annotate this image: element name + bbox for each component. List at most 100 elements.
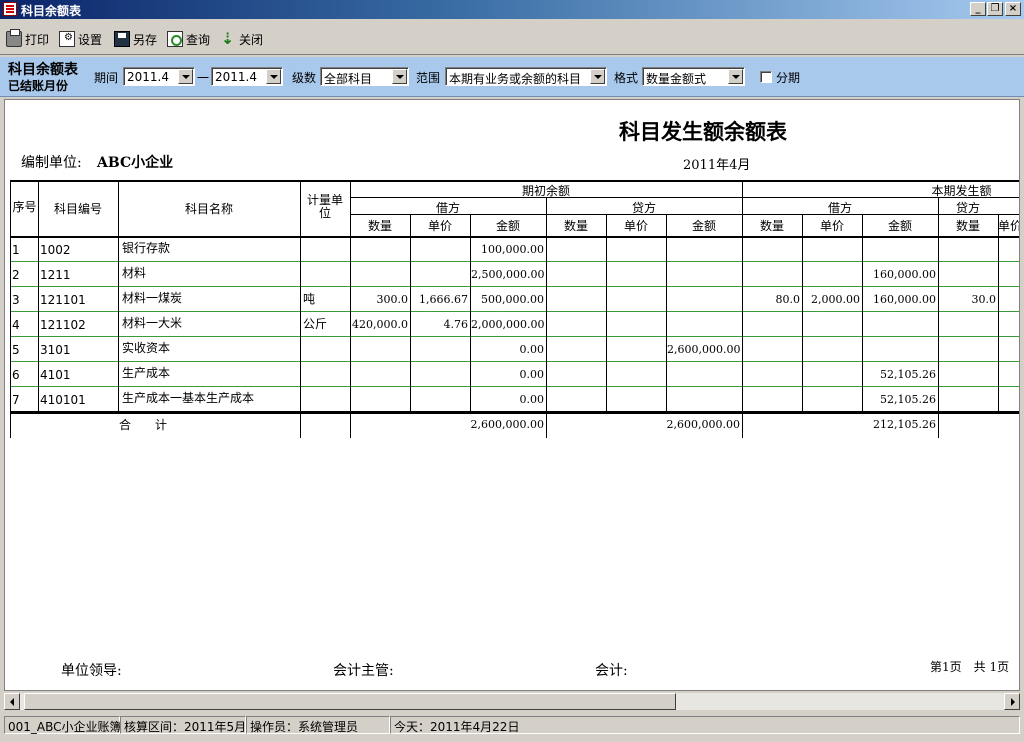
header-seq: 序号 <box>12 200 37 214</box>
row-seq: 5 <box>12 343 20 357</box>
row-name: 实收资本 <box>122 341 171 355</box>
split-period-checkbox[interactable] <box>760 71 772 83</box>
app-window: 科目余额表 _ ❐ × 打印 设置 另存 查询 关闭 科目余额表 已结账月份 期… <box>0 0 1024 742</box>
close-door-icon <box>220 29 236 48</box>
period-to-value: 2011.4 <box>215 70 257 84</box>
query-button[interactable]: 查询 <box>167 29 210 49</box>
restore-icon[interactable]: ❐ <box>987 2 1003 16</box>
save-as-button[interactable]: 另存 <box>114 29 157 49</box>
header-current: 本期发生额 <box>931 184 992 198</box>
row-name: 材料 <box>122 266 147 280</box>
row-name: 银行存款 <box>122 241 171 255</box>
chevron-down-icon[interactable] <box>266 69 281 84</box>
row-c-da: 52,105.26 <box>880 393 936 406</box>
row-c-dp: 2,000.00 <box>811 293 860 306</box>
grid-line <box>862 214 863 411</box>
print-button[interactable]: 打印 <box>6 29 49 49</box>
grid-line <box>802 214 803 411</box>
header-current-credit: 贷方 <box>955 201 980 215</box>
scrollbar-thumb[interactable] <box>24 693 676 710</box>
status-today: 今天：2011年4月22日 <box>390 716 1020 734</box>
format-select[interactable]: 数量金额式 <box>642 67 745 86</box>
row-o-da: 100,000.00 <box>481 243 544 256</box>
save-as-label: 另存 <box>133 32 158 47</box>
grid-line <box>10 386 1019 387</box>
row-o-dq: 300.0 <box>376 293 409 306</box>
scroll-left-icon[interactable] <box>4 693 20 710</box>
split-label: 分期 <box>776 71 801 85</box>
close-button[interactable]: 关闭 <box>220 29 263 49</box>
settings-button[interactable]: 设置 <box>59 29 102 49</box>
close-icon[interactable]: × <box>1005 2 1021 16</box>
chevron-down-icon[interactable] <box>392 69 407 84</box>
period-to-select[interactable]: 2011.4 <box>211 67 283 86</box>
scope-label: 范围 <box>416 71 441 85</box>
horizontal-scrollbar[interactable] <box>4 693 1020 710</box>
row-code: 3101 <box>40 343 71 357</box>
header-opening-debit: 借方 <box>435 201 460 215</box>
grid-line <box>10 411 1019 414</box>
accountant-signature-label: 会计: <box>595 663 628 679</box>
header-opening: 期初余额 <box>521 184 570 198</box>
header-price: 单价 <box>427 219 452 233</box>
row-seq: 6 <box>12 368 20 382</box>
grid-line <box>666 214 667 411</box>
row-c-cq: 30.0 <box>971 293 997 306</box>
query-label: 查询 <box>186 32 211 47</box>
grid-line <box>300 180 301 438</box>
row-seq: 2 <box>12 268 20 282</box>
chevron-down-icon[interactable] <box>178 69 193 84</box>
scroll-right-icon[interactable] <box>1004 693 1020 710</box>
report-preview: 科目发生额余额表 编制单位: ABC小企业 2011年4月 序号 科目编号 科目名称… <box>4 99 1020 691</box>
row-name: 材料一煤炭 <box>122 291 183 305</box>
printer-icon <box>6 29 22 47</box>
row-name: 生产成本 <box>122 366 171 380</box>
row-seq: 7 <box>12 393 20 407</box>
header-opening-credit: 贷方 <box>631 201 656 215</box>
grid-line <box>10 236 1019 238</box>
status-bar: 001_ABC小企业账簿 核算区间：2011年5月 操作员：系统管理员 今天：2… <box>0 716 1024 735</box>
chief-signature-label: 会计主管: <box>333 663 394 679</box>
balance-table: 序号 科目编号 科目名称 计量单位 期初余额 本期发生额 借方 贷方 借方 贷方 数量 单价 金额 数量 单… <box>10 180 1019 440</box>
header-amount: 金额 <box>691 219 716 233</box>
minimize-icon[interactable]: _ <box>970 2 986 16</box>
chevron-down-icon[interactable] <box>728 69 743 84</box>
period-separator: 一 <box>197 71 210 85</box>
grid-line <box>410 214 411 411</box>
print-label: 打印 <box>25 32 50 47</box>
chevron-down-icon[interactable] <box>590 69 605 84</box>
filter-subtitle: 已结账月份 <box>8 79 69 93</box>
row-o-dq: 420,000.0 <box>352 318 408 331</box>
grid-line <box>10 311 1019 312</box>
scope-select[interactable]: 本期有业务或余额的科目 <box>445 67 607 86</box>
row-o-da: 0.00 <box>519 393 545 406</box>
row-seq: 3 <box>12 293 20 307</box>
period-from-select[interactable]: 2011.4 <box>123 67 195 86</box>
report-date: 2011年4月 <box>683 158 751 173</box>
header-current-debit: 借方 <box>827 201 852 215</box>
total-current-debit: 212,105.26 <box>873 418 936 431</box>
header-qty: 数量 <box>367 219 392 233</box>
row-uom: 公斤 <box>303 317 328 331</box>
scope-value: 本期有业务或余额的科目 <box>449 72 582 86</box>
row-seq: 1 <box>12 243 20 257</box>
row-o-dp: 4.76 <box>443 318 469 331</box>
grid-line <box>998 214 999 411</box>
save-icon <box>114 31 130 47</box>
header-price: 单价 <box>623 219 648 233</box>
unit-name: ABC小企业 <box>97 155 174 171</box>
row-name: 材料一大米 <box>122 316 183 330</box>
grid-line <box>10 261 1019 262</box>
period-from-value: 2011.4 <box>127 70 169 84</box>
grid-line <box>10 286 1019 287</box>
row-c-da: 160,000.00 <box>873 293 936 306</box>
status-book: 001_ABC小企业账簿 <box>4 716 122 734</box>
row-c-da: 160,000.00 <box>873 268 936 281</box>
row-code: 121101 <box>40 293 86 307</box>
row-code: 121102 <box>40 318 86 332</box>
report-title: 科目发生额余额表 <box>619 120 787 144</box>
title-bar[interactable]: 科目余额表 _ ❐ × <box>0 0 1024 19</box>
header-amount: 金额 <box>887 219 912 233</box>
level-select[interactable]: 全部科目 <box>320 67 409 86</box>
row-o-da: 500,000.00 <box>481 293 544 306</box>
